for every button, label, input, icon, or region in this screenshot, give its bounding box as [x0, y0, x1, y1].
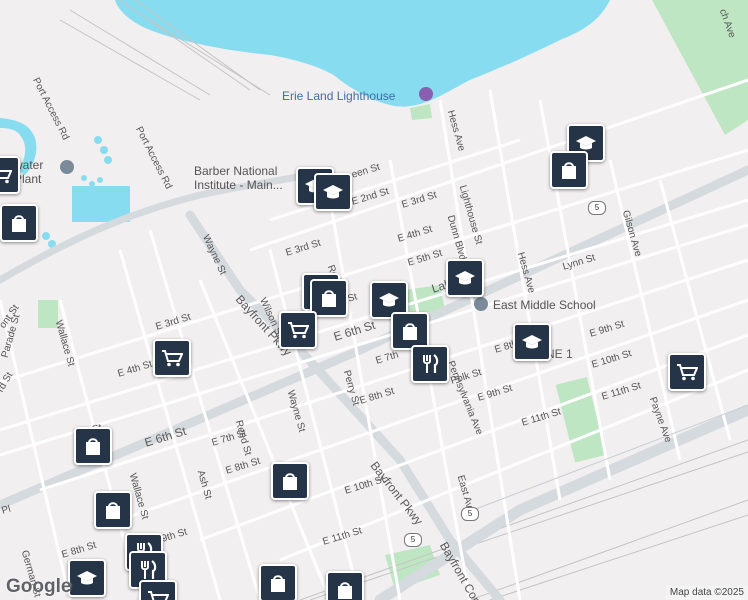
shopping-bag-icon[interactable]	[550, 151, 588, 189]
route-5-line	[459, 404, 748, 516]
shopping-bag-icon[interactable]	[0, 204, 38, 242]
shopping-bag-icon[interactable]	[326, 571, 364, 600]
map-canvas[interactable]: Port Access Rd Port Access Rd Hess Ave H…	[0, 0, 748, 600]
shopping-cart-icon[interactable]	[153, 339, 191, 377]
landmark-icon[interactable]	[419, 87, 433, 101]
route-5-shield: 5	[461, 507, 479, 521]
school-icon[interactable]	[314, 173, 352, 211]
school-icon[interactable]	[68, 559, 106, 597]
school-poi-icon[interactable]	[474, 297, 488, 311]
shopping-cart-icon[interactable]	[139, 580, 177, 600]
google-logo[interactable]: Google	[6, 576, 71, 598]
poi-label-east-middle[interactable]: East Middle School	[493, 298, 596, 312]
school-icon[interactable]	[446, 259, 484, 297]
shopping-cart-icon[interactable]	[668, 353, 706, 391]
poi-label-barber-line2[interactable]: Institute - Main...	[194, 178, 283, 192]
school-icon[interactable]	[513, 323, 551, 361]
route-5-shield: 5	[404, 533, 422, 547]
shopping-cart-icon[interactable]	[0, 156, 20, 194]
shopping-bag-icon[interactable]	[259, 564, 297, 600]
shopping-bag-icon[interactable]	[271, 462, 309, 500]
route-5-shield: 5	[588, 201, 606, 215]
water-plant-icon[interactable]	[60, 160, 74, 174]
poi-label-lighthouse[interactable]: Erie Land Lighthouse	[282, 89, 395, 103]
shopping-bag-icon[interactable]	[74, 427, 112, 465]
shopping-cart-icon[interactable]	[279, 311, 317, 349]
poi-label-barber-line1[interactable]: Barber National	[194, 164, 277, 178]
map-attribution[interactable]: Map data ©2025	[665, 586, 748, 600]
restaurant-icon[interactable]	[411, 345, 449, 383]
shopping-bag-icon[interactable]	[94, 491, 132, 529]
